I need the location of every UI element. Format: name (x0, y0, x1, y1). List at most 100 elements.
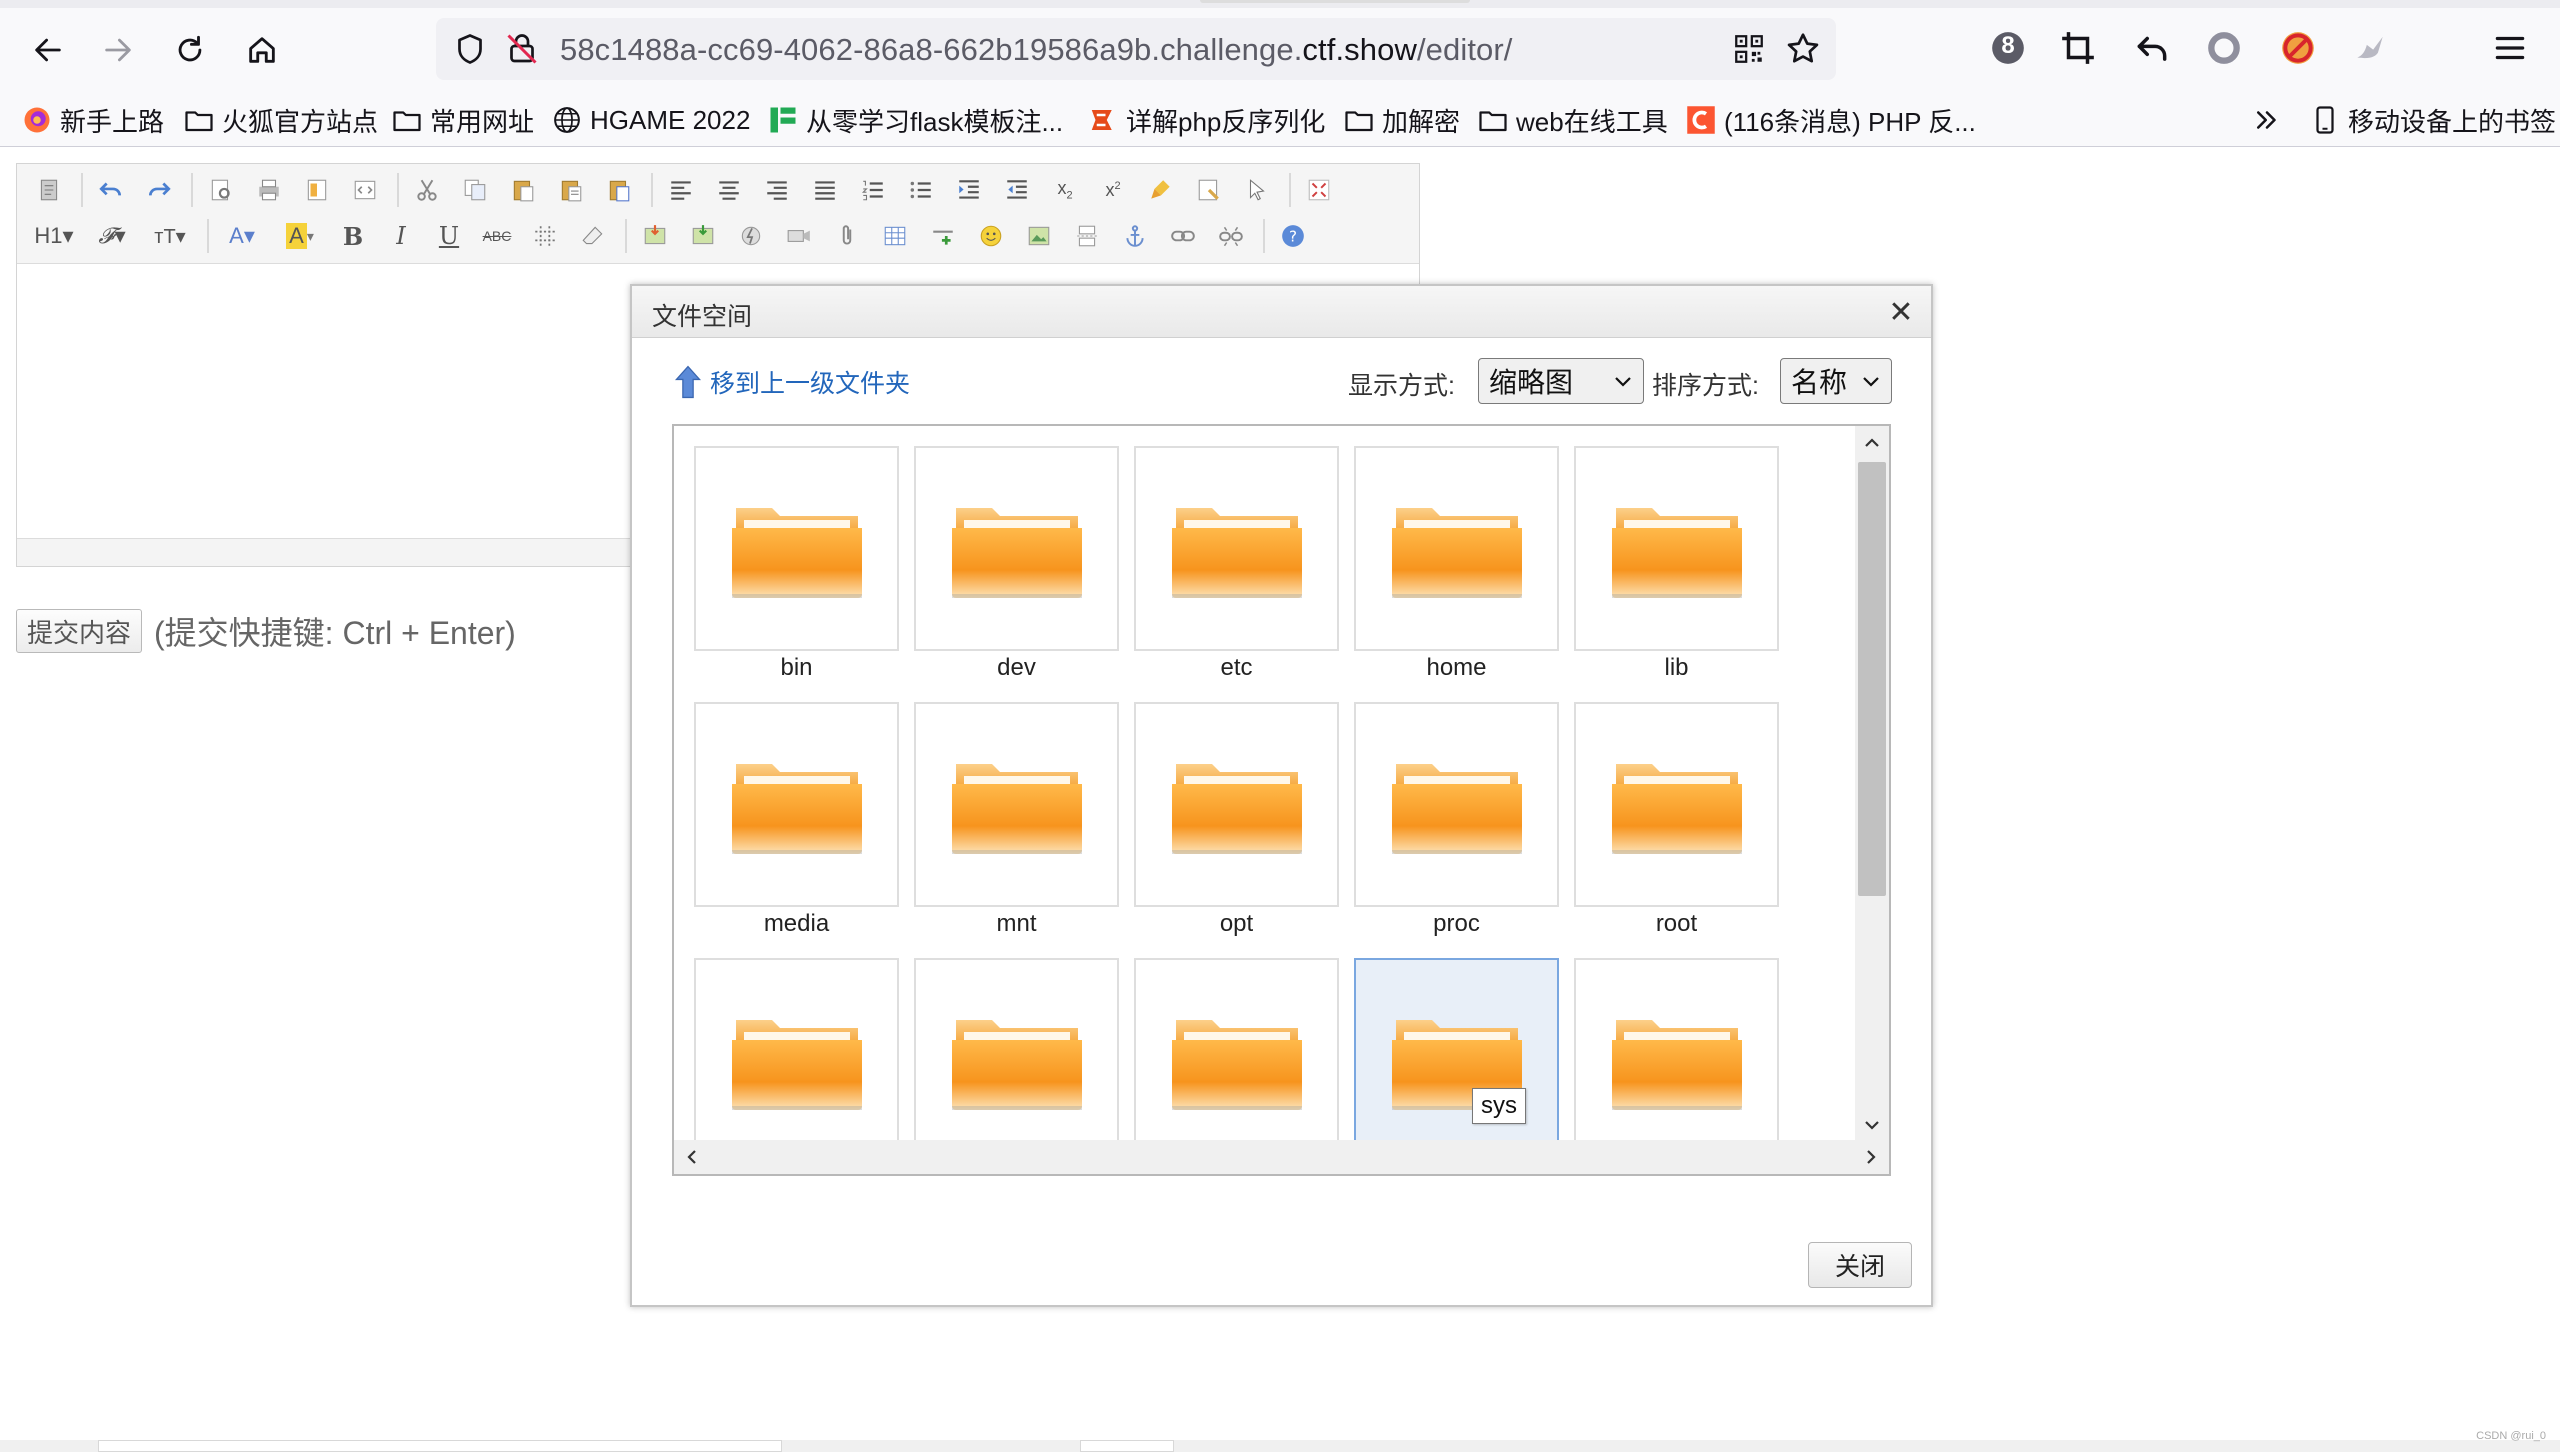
scroll-down-icon[interactable] (1860, 1113, 1884, 1137)
fullscreen-button[interactable] (1299, 170, 1339, 210)
outdent-button[interactable] (997, 170, 1037, 210)
folder-thumbnail[interactable] (1574, 958, 1779, 1163)
extensions-badge-button[interactable]: 8 (1986, 26, 2030, 70)
cut-button[interactable] (407, 170, 447, 210)
image-manager-button[interactable] (1019, 216, 1059, 256)
sort-mode-select[interactable]: 名称 (1780, 358, 1892, 404)
bookmark-item-4[interactable]: 从零学习flask模板注... (768, 100, 1063, 140)
align-center-button[interactable] (709, 170, 749, 210)
shield-icon[interactable] (452, 31, 488, 67)
scroll-up-icon[interactable] (1860, 431, 1884, 455)
ordered-list-button[interactable] (853, 170, 893, 210)
paste-text-button[interactable] (551, 170, 591, 210)
highlight-color-button[interactable]: A ▾ (275, 216, 325, 256)
underline-button[interactable]: U (429, 216, 469, 256)
folder-item[interactable]: etc (1134, 446, 1339, 686)
bookmarks-overflow-button[interactable] (2252, 100, 2282, 140)
folder-thumbnail[interactable] (914, 446, 1119, 651)
attachment-button[interactable] (827, 216, 867, 256)
submit-button[interactable]: 提交内容 (16, 609, 143, 653)
anchor-button[interactable] (1115, 216, 1155, 256)
cursor-button[interactable] (1237, 170, 1277, 210)
folder-item[interactable]: mnt (914, 702, 1119, 942)
folder-thumbnail[interactable] (914, 702, 1119, 907)
bookmark-item-6[interactable]: 加解密 (1344, 100, 1460, 140)
font-size-button[interactable]: тT▾ (145, 216, 195, 256)
extension-circle-button[interactable] (2202, 26, 2246, 70)
code-block-button[interactable] (345, 170, 385, 210)
copy-button[interactable] (455, 170, 495, 210)
bookmark-star-icon[interactable] (1784, 30, 1822, 68)
folder-thumbnail[interactable] (1574, 446, 1779, 651)
scroll-right-icon[interactable] (1859, 1145, 1883, 1169)
folder-thumbnail[interactable] (1574, 702, 1779, 907)
folder-thumbnail[interactable] (694, 446, 899, 651)
back-button[interactable] (20, 22, 76, 78)
view-mode-select[interactable]: 缩略图 (1478, 358, 1644, 404)
dialog-titlebar[interactable]: 文件空间 ✕ (632, 286, 1931, 338)
italic-button[interactable]: I (381, 216, 421, 256)
page-break-button[interactable] (1067, 216, 1107, 256)
unlink-button[interactable] (1211, 216, 1251, 256)
select-all-button[interactable] (1189, 170, 1229, 210)
url-text[interactable]: 58c1488a-cc69-4062-86a8-662b19586a9b.cha… (560, 32, 1513, 68)
up-folder-link[interactable]: 移到上一级文件夹 (672, 362, 910, 402)
font-family-button[interactable]: 𝓕▾ (87, 216, 137, 256)
table-button[interactable] (875, 216, 915, 256)
folder-thumbnail[interactable] (914, 958, 1119, 1163)
folder-item[interactable]: lib (1574, 446, 1779, 686)
source-code-button[interactable] (29, 170, 69, 210)
emoticon-button[interactable] (971, 216, 1011, 256)
link-button[interactable] (1163, 216, 1203, 256)
bold-button[interactable]: B (333, 216, 373, 256)
bird-extension-button[interactable] (2348, 26, 2392, 70)
bookmark-item-3[interactable]: HGAME 2022 (552, 100, 750, 140)
dialog-close-button[interactable]: 关闭 (1808, 1242, 1912, 1288)
undo-button[interactable] (91, 170, 131, 210)
paste-word-button[interactable] (599, 170, 639, 210)
bookmark-item-7[interactable]: web在线工具 (1478, 100, 1668, 140)
folder-thumbnail[interactable] (1354, 446, 1559, 651)
bookmark-item-8[interactable]: (116条消息) PHP 反... (1686, 100, 1976, 140)
url-bar[interactable]: 58c1488a-cc69-4062-86a8-662b19586a9b.cha… (436, 18, 1836, 80)
folder-thumbnail[interactable] (694, 958, 899, 1163)
align-left-button[interactable] (661, 170, 701, 210)
template-button[interactable] (297, 170, 337, 210)
folder-item[interactable]: proc (1354, 702, 1559, 942)
unordered-list-button[interactable] (901, 170, 941, 210)
font-color-button[interactable]: A▾ (217, 216, 267, 256)
menu-button[interactable] (2488, 26, 2532, 70)
multi-image-button[interactable] (683, 216, 723, 256)
screenshot-button[interactable] (2056, 26, 2100, 70)
dialog-close-icon[interactable]: ✕ (1885, 296, 1917, 329)
mobile-bookmarks-folder[interactable]: 移动设备上的书签 (2310, 100, 2556, 140)
redo-button[interactable] (139, 170, 179, 210)
folder-item[interactable]: home (1354, 446, 1559, 686)
help-button[interactable]: ? (1273, 216, 1313, 256)
vertical-scrollbar[interactable] (1855, 426, 1889, 1142)
horizontal-rule-button[interactable] (923, 216, 963, 256)
bookmark-item-1[interactable]: 火狐官方站点 (184, 100, 378, 140)
folder-thumbnail[interactable] (1354, 702, 1559, 907)
vertical-scroll-thumb[interactable] (1858, 462, 1886, 896)
folder-thumbnail[interactable] (1134, 702, 1339, 907)
paste-button[interactable] (503, 170, 543, 210)
insert-image-button[interactable] (635, 216, 675, 256)
preview-button[interactable] (201, 170, 241, 210)
qr-code-icon[interactable] (1732, 32, 1766, 66)
scroll-left-icon[interactable] (680, 1145, 704, 1169)
insecure-lock-icon[interactable] (504, 31, 540, 67)
subscript-button[interactable]: x2 (1045, 170, 1085, 210)
forward-button[interactable] (90, 22, 146, 78)
folder-item[interactable]: dev (914, 446, 1119, 686)
indent-button[interactable] (949, 170, 989, 210)
strikethrough-button[interactable]: ABC (477, 216, 517, 256)
blocker-extension-button[interactable] (2276, 26, 2320, 70)
superscript-button[interactable]: x2 (1093, 170, 1133, 210)
bookmark-item-5[interactable]: 详解php反序列化 (1088, 100, 1325, 140)
folder-item[interactable]: opt (1134, 702, 1339, 942)
justify-button[interactable] (805, 170, 845, 210)
undo-close-button[interactable] (2130, 26, 2174, 70)
folder-thumbnail[interactable] (694, 702, 899, 907)
bookmark-item-2[interactable]: 常用网址 (392, 100, 534, 140)
